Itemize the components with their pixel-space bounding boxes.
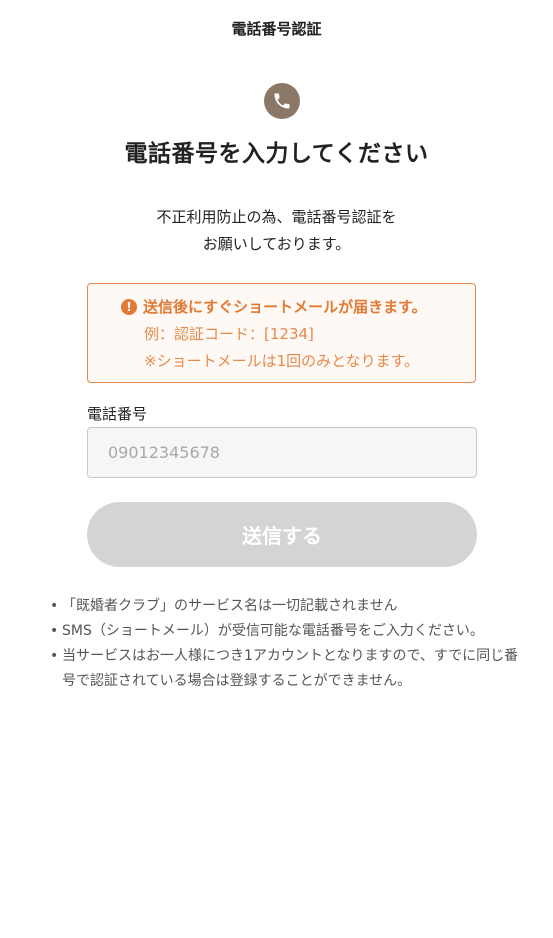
notice-headline: ! 送信後にすぐショートメールが届きます。	[121, 296, 427, 317]
exclamation-circle-icon: !	[121, 298, 137, 315]
note-item: SMS（ショートメール）が受信可能な電話番号をご入力ください。	[50, 619, 520, 644]
phone-number-input[interactable]	[87, 427, 477, 478]
description: 不正利用防止の為、電話番号認証を お願いしております。	[0, 204, 553, 258]
notice-example: 例：認証コード：[1234]	[144, 325, 314, 343]
note-item: 当サービスはお一人様につき1アカウントとなりますので、すでに同じ番号で認証されて…	[50, 644, 520, 694]
submit-button[interactable]: 送信する	[87, 502, 477, 567]
phone-field-label: 電話番号	[87, 405, 148, 423]
page-heading: 電話番号を入力してください	[124, 141, 429, 167]
description-line-1: 不正利用防止の為、電話番号認証を	[156, 208, 397, 226]
notes-list: 「既婚者クラブ」のサービス名は一切記載されません SMS（ショートメール）が受信…	[50, 594, 520, 694]
phone-icon	[264, 83, 300, 119]
notice-once-note: ※ショートメールは1回のみとなります。	[144, 352, 420, 370]
sms-notice-box: ! 送信後にすぐショートメールが届きます。 例：認証コード：[1234] ※ショ…	[87, 283, 476, 383]
notice-headline-text: 送信後にすぐショートメールが届きます。	[143, 298, 427, 316]
description-line-2: お願いしております。	[202, 235, 351, 253]
page-header-title: 電話番号認証	[231, 20, 322, 38]
phone-glyph	[274, 93, 290, 109]
note-item: 「既婚者クラブ」のサービス名は一切記載されません	[50, 594, 520, 619]
